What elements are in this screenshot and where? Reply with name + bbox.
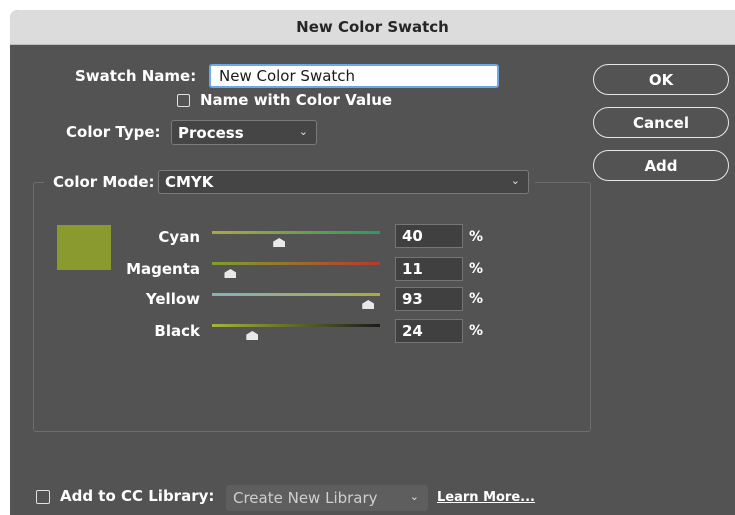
black-label: Black bbox=[154, 322, 200, 340]
black-slider-track[interactable] bbox=[212, 324, 380, 327]
yellow-value-input[interactable]: 93 bbox=[395, 287, 463, 311]
magenta-percent-unit: % bbox=[469, 261, 484, 277]
chevron-down-icon: ⌄ bbox=[298, 124, 308, 138]
color-mode-dropdown[interactable]: CMYK ⌄ bbox=[158, 170, 529, 194]
color-type-label: Color Type: bbox=[66, 123, 161, 141]
color-type-value: Process bbox=[178, 123, 244, 142]
color-mode-label: Color Mode: bbox=[53, 173, 155, 191]
cyan-percent-unit: % bbox=[469, 229, 484, 245]
magenta-value-input[interactable]: 11 bbox=[395, 257, 463, 281]
black-value-input[interactable]: 24 bbox=[395, 319, 463, 343]
cyan-label: Cyan bbox=[158, 228, 200, 246]
color-type-dropdown[interactable]: Process ⌄ bbox=[171, 120, 317, 145]
chevron-down-icon: ⌄ bbox=[409, 490, 419, 504]
ok-button[interactable]: OK bbox=[593, 64, 729, 95]
color-mode-value: CMYK bbox=[165, 173, 214, 191]
name-with-color-value-label: Name with Color Value bbox=[200, 91, 393, 109]
magenta-slider-track[interactable] bbox=[212, 262, 380, 265]
add-to-cc-library-label: Add to CC Library: bbox=[60, 487, 215, 505]
cc-library-value: Create New Library bbox=[233, 489, 378, 507]
cc-library-dropdown[interactable]: Create New Library ⌄ bbox=[226, 485, 428, 511]
new-color-swatch-dialog: New Color Swatch Swatch Name: Name with … bbox=[10, 10, 735, 515]
black-percent-unit: % bbox=[469, 323, 484, 339]
cancel-button[interactable]: Cancel bbox=[593, 107, 729, 138]
magenta-label: Magenta bbox=[126, 260, 200, 278]
swatch-name-label: Swatch Name: bbox=[75, 67, 197, 85]
swatch-name-input[interactable] bbox=[209, 64, 499, 88]
yellow-percent-unit: % bbox=[469, 291, 484, 307]
chevron-down-icon: ⌄ bbox=[510, 174, 520, 188]
yellow-slider-track[interactable] bbox=[212, 293, 380, 296]
add-button[interactable]: Add bbox=[593, 150, 729, 181]
add-to-cc-library-checkbox[interactable] bbox=[36, 490, 50, 504]
yellow-label: Yellow bbox=[145, 290, 200, 308]
learn-more-link[interactable]: Learn More... bbox=[437, 490, 535, 505]
name-with-color-value-checkbox[interactable] bbox=[177, 94, 190, 107]
dialog-title: New Color Swatch bbox=[10, 10, 735, 45]
cyan-slider-track[interactable] bbox=[212, 231, 380, 234]
cyan-value-input[interactable]: 40 bbox=[395, 224, 463, 248]
